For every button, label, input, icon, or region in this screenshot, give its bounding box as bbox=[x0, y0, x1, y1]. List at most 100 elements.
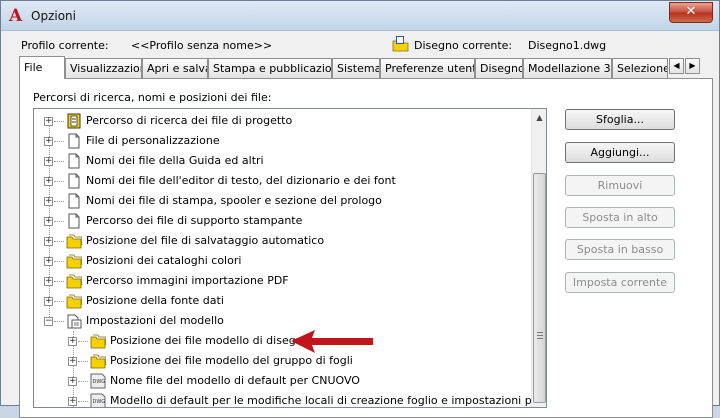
current-profile-label: Profilo corrente: bbox=[21, 39, 109, 52]
tree-item-label: Posizioni dei cataloghi colori bbox=[86, 254, 242, 267]
expand-icon[interactable]: + bbox=[44, 297, 53, 306]
svg-text:DWG: DWG bbox=[93, 399, 106, 405]
current-profile-value: <<Profilo senza nome>> bbox=[131, 39, 273, 52]
remove-button[interactable]: Rimuovi bbox=[565, 175, 675, 196]
tab-preferenze-utente[interactable]: Preferenze utente bbox=[380, 58, 475, 78]
template-settings-icon bbox=[67, 314, 82, 329]
tab-visualizzazione[interactable]: Visualizzazione bbox=[65, 58, 142, 78]
tree-item[interactable]: − Impostazioni del modello bbox=[34, 311, 534, 331]
folder-icon bbox=[66, 234, 82, 249]
tab-stampa-e-pubblicazione[interactable]: Stampa e pubblicazione bbox=[208, 58, 332, 78]
expand-icon[interactable]: + bbox=[44, 137, 53, 146]
tab-sistema[interactable]: Sistema bbox=[332, 58, 380, 78]
tree-item-label: Posizione della fonte dati bbox=[86, 294, 224, 307]
tree-item-label: Posizione dei file modello di disegno bbox=[110, 334, 310, 347]
document-icon bbox=[68, 173, 80, 189]
tree-connector bbox=[54, 301, 64, 302]
tree-scrollbar[interactable]: ▲ bbox=[531, 109, 546, 407]
tab-scroll-right-button[interactable]: ▶ bbox=[685, 58, 700, 74]
document-icon bbox=[68, 193, 80, 209]
tree-item[interactable]: + Nomi dei file dell'editor di testo, del… bbox=[34, 171, 534, 191]
add-button[interactable]: Aggiungi... bbox=[565, 142, 675, 163]
tree-item[interactable]: + Percorso dei file di supporto stampante bbox=[34, 211, 534, 231]
tree-connector bbox=[54, 121, 64, 122]
search-paths-tree[interactable]: + Percorso di ricerca dei file di progett… bbox=[33, 108, 547, 408]
close-button[interactable]: ✕ bbox=[669, 2, 713, 23]
expand-icon[interactable]: + bbox=[44, 217, 53, 226]
tree-connector bbox=[54, 141, 64, 142]
dwt-file-icon: DWG bbox=[90, 373, 106, 389]
tree-item-label: Percorso immagini importazione PDF bbox=[86, 274, 289, 287]
move-down-button[interactable]: Sposta in basso bbox=[565, 239, 675, 260]
current-drawing-icon bbox=[392, 36, 409, 52]
tree-connector bbox=[54, 261, 64, 262]
tree-item[interactable]: + Nomi dei file della Guida ed altri bbox=[34, 151, 534, 171]
expand-icon[interactable]: + bbox=[68, 357, 77, 366]
svg-text:DWG: DWG bbox=[93, 379, 106, 385]
tree-item-label: Nomi dei file dell'editor di testo, del … bbox=[86, 174, 396, 187]
move-up-button[interactable]: Sposta in alto bbox=[565, 207, 675, 228]
tree-item-label: Percorso di ricerca dei file di progetto bbox=[86, 114, 293, 127]
expand-icon[interactable]: + bbox=[68, 337, 77, 346]
project-files-icon bbox=[67, 113, 81, 129]
document-icon bbox=[68, 213, 80, 229]
expand-icon[interactable]: + bbox=[44, 257, 53, 266]
expand-icon[interactable]: + bbox=[44, 117, 53, 126]
tree-item[interactable]: + Percorso di ricerca dei file di progett… bbox=[34, 111, 534, 131]
tree-connector bbox=[78, 381, 88, 382]
tree-item-label: File di personalizzazione bbox=[86, 134, 220, 147]
scroll-grip-icon bbox=[537, 332, 543, 339]
tree-item[interactable]: + Nomi dei file di stampa, spooler e sezi… bbox=[34, 191, 534, 211]
tree-item[interactable]: + File di personalizzazione bbox=[34, 131, 534, 151]
tree-item-label: Nomi dei file della Guida ed altri bbox=[86, 154, 264, 167]
tree-item[interactable]: + DWG Modello di default per le modifiche … bbox=[34, 391, 546, 407]
set-current-button[interactable]: Imposta corrente bbox=[565, 272, 675, 293]
tab-apri-e-salva[interactable]: Apri e salva bbox=[142, 58, 208, 78]
tree-item[interactable]: + Posizioni dei cataloghi colori bbox=[34, 251, 534, 271]
tree-item-label: Impostazioni del modello bbox=[86, 314, 224, 327]
tree-connector bbox=[54, 281, 64, 282]
search-paths-label: Percorsi di ricerca, nomi e posizioni de… bbox=[33, 91, 272, 104]
tree-connector bbox=[54, 181, 64, 182]
expand-icon[interactable]: + bbox=[44, 277, 53, 286]
tree-connector bbox=[54, 321, 64, 322]
browse-button[interactable]: Sfoglia... bbox=[565, 109, 675, 130]
expand-icon[interactable]: + bbox=[44, 157, 53, 166]
title-bar[interactable]: A Opzioni ✕ bbox=[1, 1, 719, 31]
tree-item[interactable]: + Percorso immagini importazione PDF bbox=[34, 271, 534, 291]
tree-item-label: Nome file del modello di default per CNU… bbox=[110, 374, 360, 387]
tree-connector bbox=[54, 161, 64, 162]
highlight-arrow-icon bbox=[291, 330, 373, 353]
expand-icon[interactable]: + bbox=[68, 397, 77, 406]
scroll-thumb[interactable] bbox=[533, 173, 546, 403]
tab-selezione[interactable]: Selezione bbox=[612, 58, 668, 78]
tab-file[interactable]: File bbox=[19, 56, 65, 79]
expand-icon[interactable]: + bbox=[68, 377, 77, 386]
current-drawing-label: Disegno corrente: bbox=[414, 39, 513, 52]
document-icon bbox=[68, 153, 80, 169]
expand-icon[interactable]: + bbox=[44, 237, 53, 246]
scroll-up-arrow-icon[interactable]: ▲ bbox=[532, 109, 547, 126]
tree-connector bbox=[54, 221, 64, 222]
tab-disegno[interactable]: Disegno bbox=[475, 58, 523, 78]
tree-item[interactable]: + Posizione dei file modello del gruppo d… bbox=[34, 351, 534, 371]
folder-icon bbox=[90, 334, 106, 349]
tree-connector bbox=[54, 201, 64, 202]
tree-item[interactable]: + DWG Nome file del modello di default per… bbox=[34, 371, 534, 391]
expand-icon[interactable]: + bbox=[44, 177, 53, 186]
collapse-icon[interactable]: − bbox=[44, 317, 53, 326]
tree-connector bbox=[78, 341, 88, 342]
tab-modellazione-3d[interactable]: Modellazione 3D bbox=[523, 58, 612, 78]
tree-item[interactable]: + Posizione del file di salvataggio autom… bbox=[34, 231, 534, 251]
tree-item[interactable]: + Posizione della fonte dati bbox=[34, 291, 534, 311]
folder-icon bbox=[90, 354, 106, 369]
tree-item-label: Nomi dei file di stampa, spooler e sezio… bbox=[86, 194, 382, 207]
tab-scroll-left-button[interactable]: ◀ bbox=[669, 58, 684, 74]
tree-item[interactable]: + Posizione dei file modello di disegno bbox=[34, 331, 534, 351]
tree-item-label: Percorso dei file di supporto stampante bbox=[86, 214, 303, 227]
document-icon bbox=[68, 133, 80, 149]
expand-icon[interactable]: + bbox=[44, 197, 53, 206]
tree-item-label: Posizione del file di salvataggio automa… bbox=[86, 234, 325, 247]
options-dialog: A Opzioni ✕ Profilo corrente: <<Profilo … bbox=[0, 0, 720, 418]
folder-icon bbox=[66, 274, 82, 289]
